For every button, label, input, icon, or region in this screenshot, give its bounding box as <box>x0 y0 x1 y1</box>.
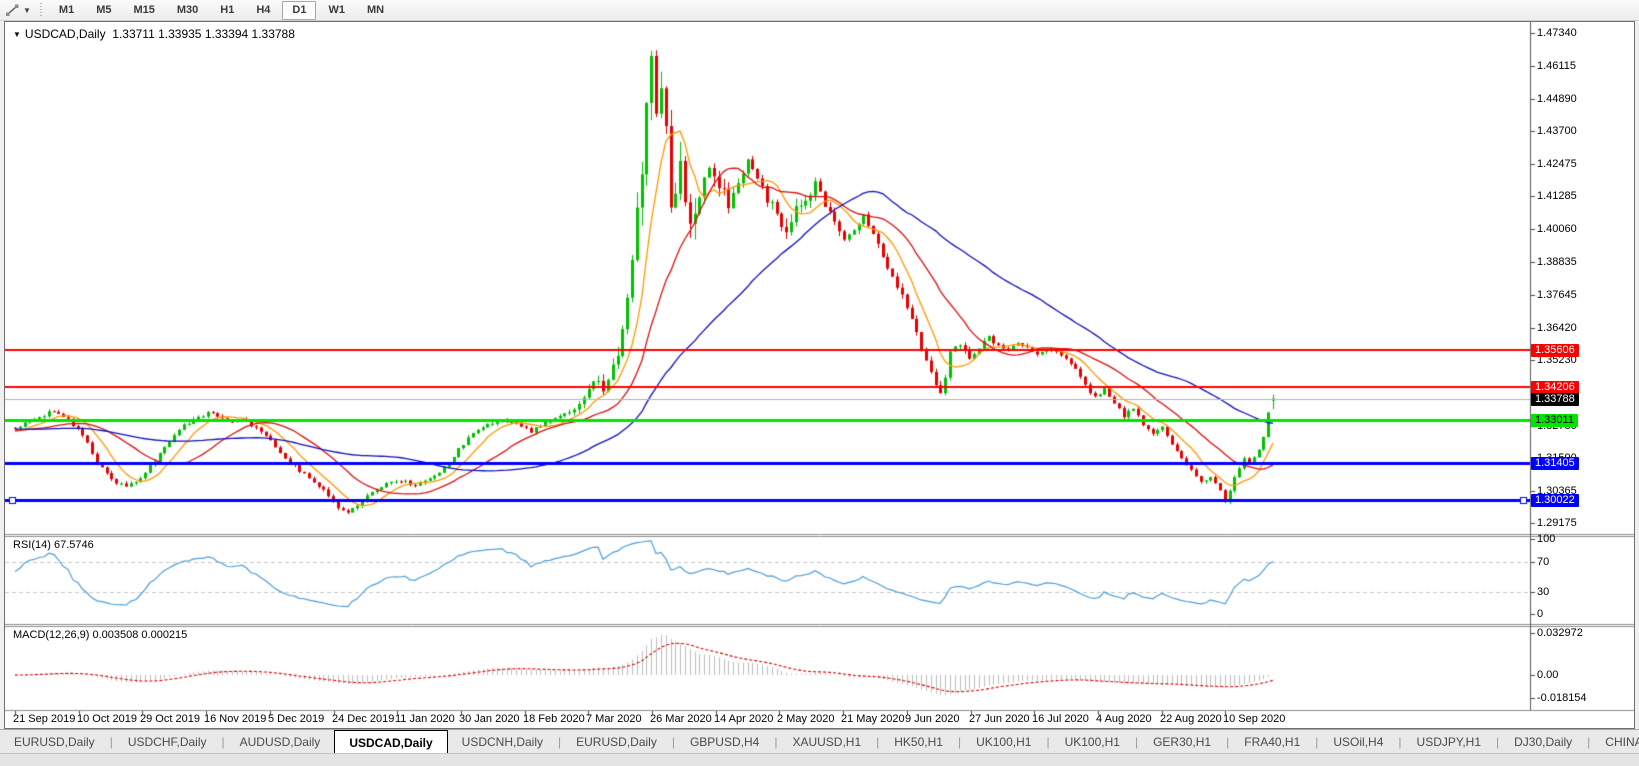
status-strip <box>0 753 1639 766</box>
tab-eurusd-daily[interactable]: EURUSD,Daily <box>0 730 109 754</box>
tab-usoil-h4[interactable]: USOil,H4 <box>1319 730 1397 754</box>
tab-dj30-daily[interactable]: DJ30,Daily <box>1500 730 1586 754</box>
timeframe-button-M30[interactable]: M30 <box>167 1 208 20</box>
tab-uk100-h1[interactable]: UK100,H1 <box>962 730 1045 754</box>
chart-tab-bar: EURUSD,Daily | USDCHF,Daily | AUDUSD,Daily US… <box>0 729 1639 754</box>
tab-uk100-h1[interactable]: UK100,H1 <box>1051 730 1134 754</box>
rsi-indicator-label: RSI(14) 67.5746 <box>13 539 94 551</box>
line-studies-icon <box>6 4 19 16</box>
tab-eurusd-daily[interactable]: EURUSD,Daily <box>562 730 671 754</box>
tab-usdcad-daily[interactable]: USDCAD,Daily <box>334 730 448 754</box>
tab-usdchf-daily[interactable]: USDCHF,Daily <box>114 730 221 754</box>
tab-audusd-daily[interactable]: AUDUSD,Daily <box>226 730 335 754</box>
timeframe-button-W1[interactable]: W1 <box>318 1 355 20</box>
macd-indicator-label: MACD(12,26,9) 0.003508 0.000215 <box>13 629 188 641</box>
timeframe-button-group: M1 M5 M15 M30 H1 H4 D1 W1 MN <box>48 0 395 20</box>
chart-title-ohlc: 1.33711 1.33935 1.33394 1.33788 <box>112 27 295 41</box>
timeframe-button-H4[interactable]: H4 <box>246 1 280 20</box>
top-toolbar: ▼ M1 M5 M15 M30 H1 H4 D1 W1 MN <box>0 0 1639 21</box>
chart-title-symbol: USDCAD,Daily <box>24 27 106 41</box>
timeframe-button-M15[interactable]: M15 <box>123 1 164 20</box>
chart-title: ▼ USDCAD,Daily 1.33711 1.33935 1.33394 1.… <box>13 27 295 41</box>
chart-window: ▼ USDCAD,Daily 1.33711 1.33935 1.33394 1.… <box>4 21 1635 729</box>
tab-hk50-h1[interactable]: HK50,H1 <box>880 730 957 754</box>
chevron-down-icon[interactable]: ▼ <box>23 6 31 15</box>
line-studies-tool[interactable]: ▼ <box>0 0 35 20</box>
tab-usdcnh-daily[interactable]: USDCNH,Daily <box>448 730 557 754</box>
timeframe-button-M5[interactable]: M5 <box>86 1 121 20</box>
tab-china300-h1[interactable]: CHINA300,H1 <box>1591 730 1639 754</box>
timeframe-button-M1[interactable]: M1 <box>49 1 84 20</box>
tab-ger30-h1[interactable]: GER30,H1 <box>1139 730 1225 754</box>
timeframe-button-D1[interactable]: D1 <box>282 0 317 20</box>
tab-usdjpy-h1[interactable]: USDJPY,H1 <box>1403 730 1495 754</box>
timeframe-button-MN[interactable]: MN <box>357 1 394 20</box>
tab-xauusd-h1[interactable]: XAUUSD,H1 <box>778 730 875 754</box>
timeframe-button-H1[interactable]: H1 <box>210 1 244 20</box>
toolbar-grip <box>37 3 45 17</box>
chart-canvas[interactable] <box>5 22 1634 728</box>
tab-gbpusd-h4[interactable]: GBPUSD,H4 <box>676 730 773 754</box>
collapse-triangle-icon[interactable]: ▼ <box>13 30 21 39</box>
tab-fra40-h1[interactable]: FRA40,H1 <box>1230 730 1314 754</box>
